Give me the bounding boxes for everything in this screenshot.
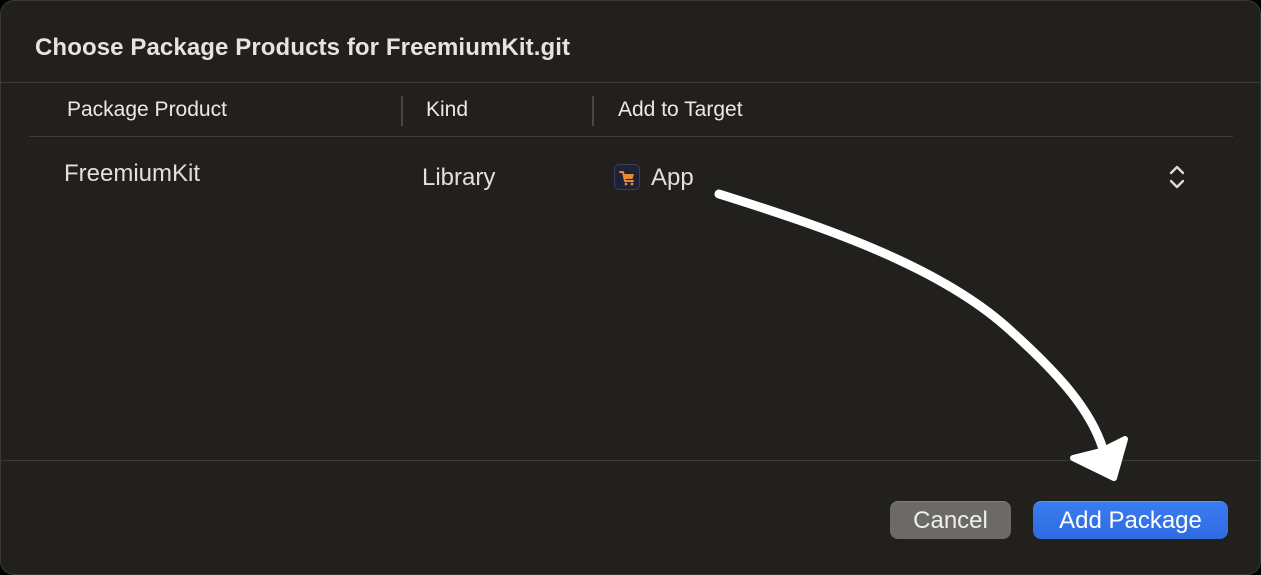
target-popup-chevrons-icon[interactable] <box>1166 163 1188 191</box>
hand-drawn-arrow-icon <box>714 189 1128 481</box>
app-target-icon <box>614 164 640 190</box>
package-product-cell: FreemiumKit <box>64 160 201 187</box>
choose-package-products-dialog: Choose Package Products for FreemiumKit.… <box>0 0 1261 575</box>
title-divider <box>1 82 1260 83</box>
column-header-package-product[interactable]: Package Product <box>67 98 227 122</box>
footer-divider <box>1 460 1260 461</box>
column-divider <box>401 96 403 126</box>
add-package-button[interactable]: Add Package <box>1033 501 1228 539</box>
dialog-title: Choose Package Products for FreemiumKit.… <box>35 34 571 61</box>
cancel-button[interactable]: Cancel <box>890 501 1011 539</box>
column-header-kind[interactable]: Kind <box>426 98 468 122</box>
column-header-add-to-target[interactable]: Add to Target <box>618 98 743 122</box>
target-select-value[interactable]: App <box>651 164 694 192</box>
header-divider <box>29 136 1233 137</box>
column-divider <box>592 96 594 126</box>
kind-cell: Library <box>422 164 496 191</box>
